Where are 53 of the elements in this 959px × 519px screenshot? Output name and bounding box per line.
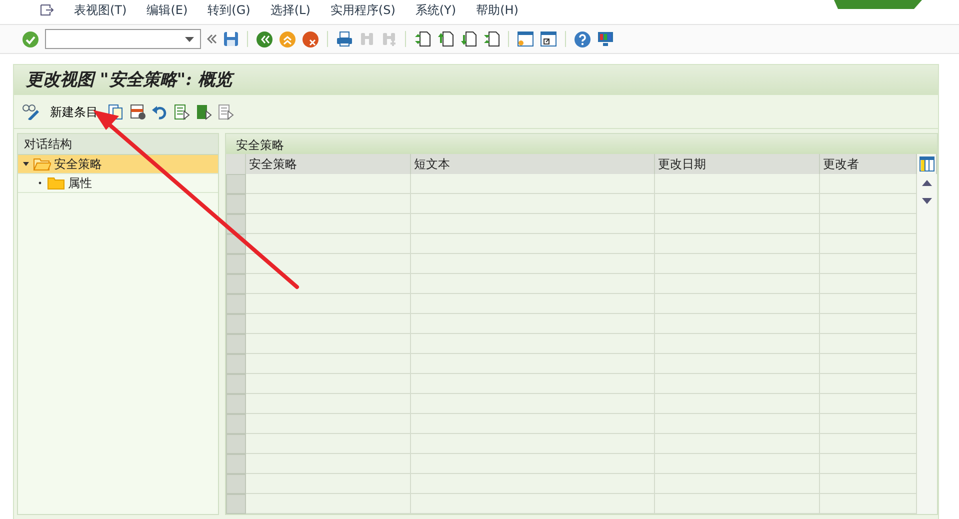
column-header: 安全策略: [246, 154, 411, 174]
column-header: 短文本: [411, 154, 655, 174]
new-window-icon[interactable]: [517, 31, 534, 47]
check-icon[interactable]: [22, 30, 39, 48]
last-page-icon[interactable]: [483, 31, 500, 47]
table-title: 安全策略: [226, 134, 937, 154]
glasses-pencil-icon[interactable]: [22, 104, 40, 120]
tree-label: 安全策略: [54, 156, 102, 173]
expanded-triangle-icon[interactable]: [22, 160, 30, 168]
menu-item[interactable]: 转到(G): [208, 1, 250, 19]
menu-item[interactable]: 实用程序(S): [330, 1, 396, 19]
select-block-icon[interactable]: [196, 104, 212, 120]
previous-page-icon[interactable]: [437, 31, 454, 47]
menu-item[interactable]: 选择(L): [270, 1, 310, 19]
command-field[interactable]: [45, 29, 201, 49]
dropdown-caret-icon: [185, 37, 194, 42]
next-page-icon[interactable]: [460, 31, 477, 47]
tree-item[interactable]: 安全策略: [18, 155, 218, 174]
double-chevron-icon[interactable]: [207, 34, 217, 44]
screen-title: 更改视图 "安全策略": 概览: [14, 65, 938, 95]
cancel-icon[interactable]: [302, 30, 319, 48]
tree-label: 属性: [68, 175, 92, 192]
column-settings-icon[interactable]: [918, 156, 934, 172]
menu-item[interactable]: 编辑(E): [146, 1, 188, 19]
first-page-icon[interactable]: [414, 31, 431, 47]
print-icon[interactable]: [336, 31, 353, 47]
open-folder-icon: [33, 157, 51, 171]
help-icon[interactable]: [574, 30, 591, 48]
menu-item[interactable]: 系统(Y): [415, 1, 456, 19]
column-header: 更改者: [820, 154, 917, 174]
undo-icon[interactable]: [152, 104, 168, 120]
panel-header: 对话结构: [18, 134, 218, 155]
save-icon[interactable]: [223, 31, 239, 47]
menu-item[interactable]: 帮助(H): [476, 1, 518, 19]
tree-item[interactable]: 属性: [18, 174, 218, 193]
row-selector-header: [226, 154, 246, 174]
bullet-icon: [36, 179, 44, 187]
menu-exit-icon[interactable]: [40, 4, 54, 16]
delete-row-icon[interactable]: [130, 104, 146, 120]
back-icon[interactable]: [256, 30, 273, 48]
scroll-up-icon[interactable]: [922, 180, 932, 186]
shortcut-icon[interactable]: [540, 31, 557, 47]
deselect-all-icon[interactable]: [218, 104, 234, 120]
vertical-scrollbar[interactable]: [917, 174, 937, 514]
scroll-down-icon[interactable]: [922, 198, 932, 204]
binoculars-icon: [359, 31, 375, 47]
binoculars-plus-icon: [381, 31, 397, 47]
monitor-icon[interactable]: [597, 31, 614, 47]
menu-item[interactable]: 表视图(T): [74, 1, 127, 19]
folder-icon: [47, 176, 65, 190]
exit-icon[interactable]: [279, 30, 296, 48]
column-header: 更改日期: [655, 154, 820, 174]
select-all-icon[interactable]: [174, 104, 190, 120]
